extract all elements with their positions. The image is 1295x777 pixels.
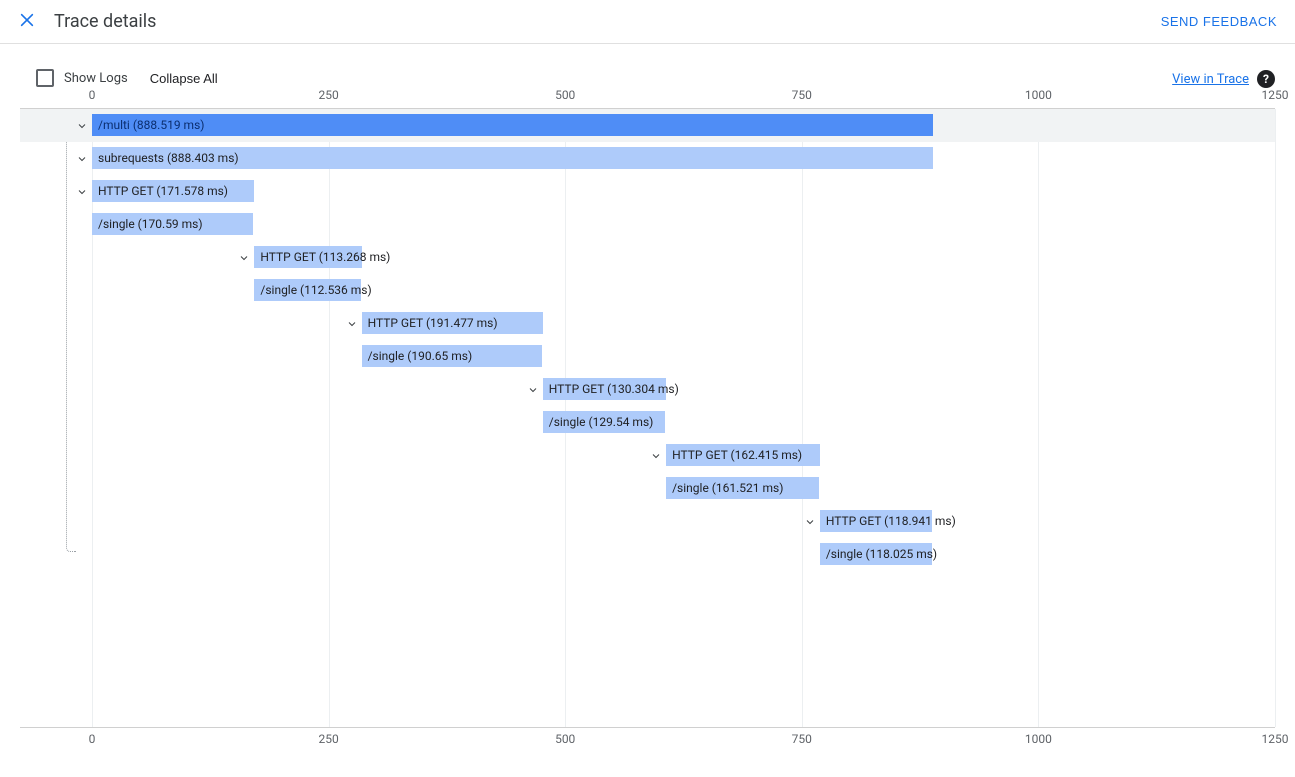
chevron-down-icon[interactable]: [802, 514, 818, 530]
chevron-down-icon[interactable]: [344, 316, 360, 332]
span-row: HTTP GET (113.268 ms): [20, 241, 1275, 274]
axis-tick-label: 500: [555, 88, 575, 102]
span-label: HTTP GET (118.941 ms): [826, 514, 956, 528]
span-label: /single (161.521 ms): [672, 481, 783, 495]
span-label: /single (112.536 ms): [260, 283, 371, 297]
span-row: subrequests (888.403 ms): [20, 142, 1275, 175]
axis-tick-label: 250: [318, 88, 338, 102]
collapse-all-button[interactable]: Collapse All: [150, 71, 218, 86]
span-label: /multi (888.519 ms): [98, 118, 204, 132]
chevron-down-icon[interactable]: [74, 151, 90, 167]
span-label: HTTP GET (113.268 ms): [260, 250, 390, 264]
span-bar[interactable]: HTTP GET (191.477 ms): [362, 312, 543, 334]
span-row: /single (190.65 ms): [20, 340, 1275, 373]
span-bar[interactable]: HTTP GET (130.304 ms): [543, 378, 666, 400]
span-row: HTTP GET (118.941 ms): [20, 505, 1275, 538]
span-label: /single (129.54 ms): [549, 415, 654, 429]
span-label: HTTP GET (162.415 ms): [672, 448, 802, 462]
span-row: /single (161.521 ms): [20, 472, 1275, 505]
gridline: [1275, 109, 1276, 727]
span-bar[interactable]: HTTP GET (118.941 ms): [820, 510, 933, 532]
span-row: HTTP GET (162.415 ms): [20, 439, 1275, 472]
axis-tick-label: 0: [89, 88, 96, 102]
close-icon: [19, 12, 35, 31]
axis-tick-label: 750: [792, 88, 812, 102]
show-logs-label: Show Logs: [64, 71, 128, 86]
axis-tick-label: 1000: [1025, 732, 1052, 746]
plot-area: /multi (888.519 ms) subrequests (888.403 …: [20, 108, 1275, 728]
span-bar[interactable]: HTTP GET (171.578 ms): [92, 180, 254, 202]
span-label: /single (118.025 ms): [826, 547, 937, 561]
span-label: subrequests (888.403 ms): [98, 151, 239, 165]
header-bar: Trace details SEND FEEDBACK: [0, 0, 1295, 44]
span-row: /single (170.59 ms): [20, 208, 1275, 241]
span-bar[interactable]: /single (170.59 ms): [92, 213, 253, 235]
span-bar[interactable]: HTTP GET (113.268 ms): [254, 246, 361, 268]
help-icon[interactable]: ?: [1257, 70, 1275, 88]
axis-bottom: 025050075010001250: [20, 732, 1275, 752]
span-bar[interactable]: /multi (888.519 ms): [92, 114, 933, 136]
axis-tick-label: 500: [555, 732, 575, 746]
span-label: /single (170.59 ms): [98, 217, 203, 231]
span-label: HTTP GET (191.477 ms): [368, 316, 498, 330]
axis-tick-label: 250: [318, 732, 338, 746]
chevron-down-icon[interactable]: [74, 184, 90, 200]
chevron-down-icon[interactable]: [525, 382, 541, 398]
span-row: HTTP GET (130.304 ms): [20, 373, 1275, 406]
span-bar[interactable]: /single (129.54 ms): [543, 411, 666, 433]
page-title: Trace details: [54, 11, 156, 32]
close-button[interactable]: [10, 5, 44, 39]
chevron-down-icon[interactable]: [236, 250, 252, 266]
axis-tick-label: 1250: [1262, 88, 1289, 102]
view-in-trace-link[interactable]: View in Trace: [1172, 72, 1249, 87]
span-bar[interactable]: HTTP GET (162.415 ms): [666, 444, 820, 466]
axis-tick-label: 0: [89, 732, 96, 746]
span-row: /single (118.025 ms): [20, 538, 1275, 571]
span-row: HTTP GET (191.477 ms): [20, 307, 1275, 340]
show-logs-checkbox[interactable]: [36, 69, 54, 87]
toolbar: Show Logs Collapse All View in Trace ?: [0, 44, 1295, 84]
chevron-down-icon[interactable]: [648, 448, 664, 464]
span-bar[interactable]: /single (112.536 ms): [254, 279, 361, 301]
chevron-down-icon[interactable]: [74, 118, 90, 134]
span-bar[interactable]: /single (190.65 ms): [362, 345, 542, 367]
span-label: HTTP GET (130.304 ms): [549, 382, 679, 396]
span-row: /single (129.54 ms): [20, 406, 1275, 439]
axis-tick-label: 750: [792, 732, 812, 746]
span-label: /single (190.65 ms): [368, 349, 473, 363]
send-feedback-button[interactable]: SEND FEEDBACK: [1161, 14, 1277, 29]
axis-tick-label: 1000: [1025, 88, 1052, 102]
span-bar[interactable]: /single (161.521 ms): [666, 477, 819, 499]
span-bar[interactable]: subrequests (888.403 ms): [92, 147, 933, 169]
span-row: /single (112.536 ms): [20, 274, 1275, 307]
trace-waterfall-chart: 025050075010001250 /multi (888.519 ms)su…: [20, 88, 1275, 748]
span-row: /multi (888.519 ms): [20, 109, 1275, 142]
span-row: HTTP GET (171.578 ms): [20, 175, 1275, 208]
axis-tick-label: 1250: [1262, 732, 1289, 746]
axis-top: 025050075010001250: [20, 88, 1275, 108]
span-label: HTTP GET (171.578 ms): [98, 184, 228, 198]
span-bar[interactable]: /single (118.025 ms): [820, 543, 932, 565]
